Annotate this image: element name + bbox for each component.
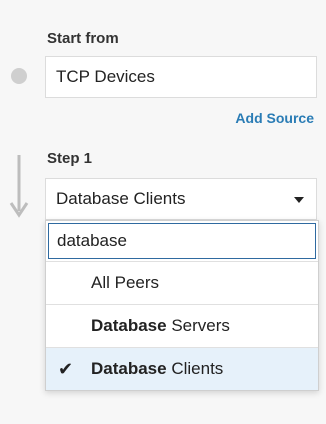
option-bold: Database bbox=[91, 316, 167, 335]
step-label: Step 1 bbox=[47, 150, 93, 167]
source-box[interactable]: TCP Devices bbox=[45, 56, 317, 98]
chevron-down-icon[interactable] bbox=[294, 197, 304, 203]
start-label: Start from bbox=[47, 30, 119, 47]
step-select[interactable]: Database Clients bbox=[45, 178, 317, 220]
option-label: Servers bbox=[166, 316, 230, 335]
option-database-clients[interactable]: ✔ Database Clients bbox=[46, 347, 318, 390]
dropdown-menu: All Peers Database Servers ✔ Database Cl… bbox=[45, 220, 319, 391]
check-icon: ✔ bbox=[58, 359, 74, 379]
option-all-peers[interactable]: All Peers bbox=[46, 261, 318, 304]
option-label: Clients bbox=[166, 359, 224, 378]
option-bold: Database bbox=[91, 359, 167, 378]
search-input[interactable] bbox=[48, 223, 316, 259]
option-database-servers[interactable]: Database Servers bbox=[46, 304, 318, 347]
source-value: TCP Devices bbox=[56, 67, 155, 86]
option-label: All Peers bbox=[91, 273, 160, 292]
start-dot-icon bbox=[11, 68, 27, 84]
add-source-link[interactable]: Add Source bbox=[235, 110, 314, 126]
down-arrow-icon bbox=[9, 155, 29, 218]
step-selected-value: Database Clients bbox=[56, 189, 186, 208]
